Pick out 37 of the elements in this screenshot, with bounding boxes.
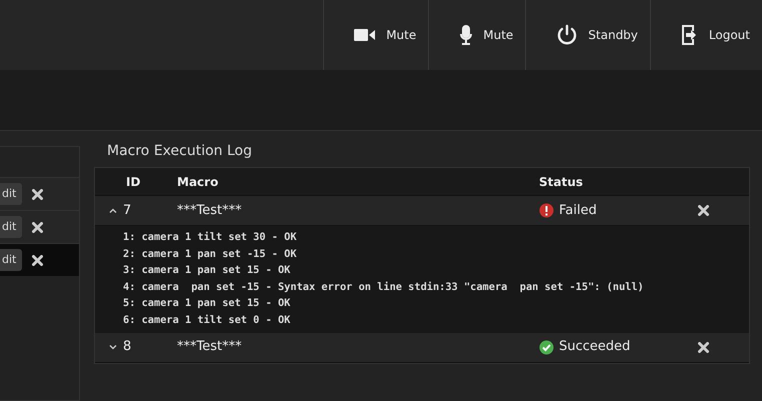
chevron-up-icon[interactable] (109, 208, 117, 213)
status-text: Succeeded (559, 338, 630, 356)
column-header: Status (539, 174, 584, 190)
camera-icon (354, 29, 376, 41)
edit-button[interactable]: dit (0, 248, 22, 272)
macro-id: 7 (123, 202, 132, 220)
log-row[interactable]: 8 ***Test*** Succeeded (95, 332, 749, 363)
macro-name: ***Test*** (177, 202, 242, 218)
log-line: 6: camera 1 tilt set 0 - OK (123, 312, 292, 328)
chevron-down-icon[interactable] (109, 344, 117, 350)
column-header: Macro (177, 174, 220, 190)
edit-button[interactable]: dit (0, 216, 22, 238)
check-icon (539, 340, 554, 355)
column-header: ID (125, 174, 142, 190)
log-line: 3: camera 1 pan set 15 - OK (123, 263, 292, 278)
list-row[interactable]: dit (0, 243, 79, 276)
edit-button[interactable]: dit (0, 182, 22, 206)
log-line: 1: camera 1 tilt set 30 - OK (123, 230, 298, 245)
power-icon (556, 24, 578, 46)
close-icon[interactable] (32, 222, 44, 232)
close-icon[interactable] (698, 342, 709, 353)
close-icon[interactable] (32, 188, 44, 200)
logout-icon (680, 24, 699, 46)
close-icon[interactable] (32, 254, 44, 266)
list-row[interactable]: dit (0, 210, 79, 243)
error-icon (539, 203, 554, 218)
log-line: 5: camera 1 pan set 15 - OK (123, 296, 292, 312)
status-text: Failed (559, 202, 597, 220)
macro-id: 8 (123, 338, 132, 356)
panel-title: Macro Execution Log (107, 142, 253, 161)
microphone-icon (459, 25, 474, 45)
close-icon[interactable] (698, 205, 709, 216)
log-line: 4: camera pan set -15 - Syntax error on line stdin:33 "camera pan set -15": (null) (123, 280, 645, 295)
macro-name: ***Test*** (177, 339, 242, 354)
log-line: 2: camera 1 pan set -15 - OK (123, 246, 298, 262)
list-row[interactable]: dit (0, 177, 79, 210)
log-row[interactable]: 7 ***Test*** Failed (95, 196, 749, 226)
